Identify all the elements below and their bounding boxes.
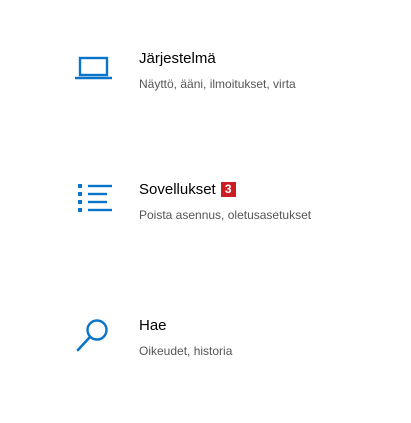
tile-description: Poista asennus, oletusasetukset — [139, 208, 312, 222]
tile-title: Hae — [139, 317, 167, 334]
settings-tile-search[interactable]: Hae Oikeudet, historia — [74, 313, 394, 373]
tile-description: Oikeudet, historia — [139, 344, 233, 358]
search-icon — [74, 317, 112, 357]
app-list-icon — [74, 181, 112, 221]
settings-tile-system[interactable]: Järjestelmä Näyttö, ääni, ilmoitukset, v… — [74, 46, 394, 106]
notification-badge: 3 — [220, 182, 236, 197]
tile-title-text: Sovellukset — [139, 181, 216, 198]
laptop-icon — [74, 50, 112, 90]
settings-categories: Järjestelmä Näyttö, ääni, ilmoitukset, v… — [0, 0, 411, 423]
tile-title: Järjestelmä — [139, 50, 216, 67]
tile-description: Näyttö, ääni, ilmoitukset, virta — [139, 77, 296, 91]
tile-title: Sovellukset 3 — [139, 181, 236, 199]
settings-tile-apps[interactable]: Sovellukset 3 Poista asennus, oletusasetu… — [74, 177, 394, 237]
